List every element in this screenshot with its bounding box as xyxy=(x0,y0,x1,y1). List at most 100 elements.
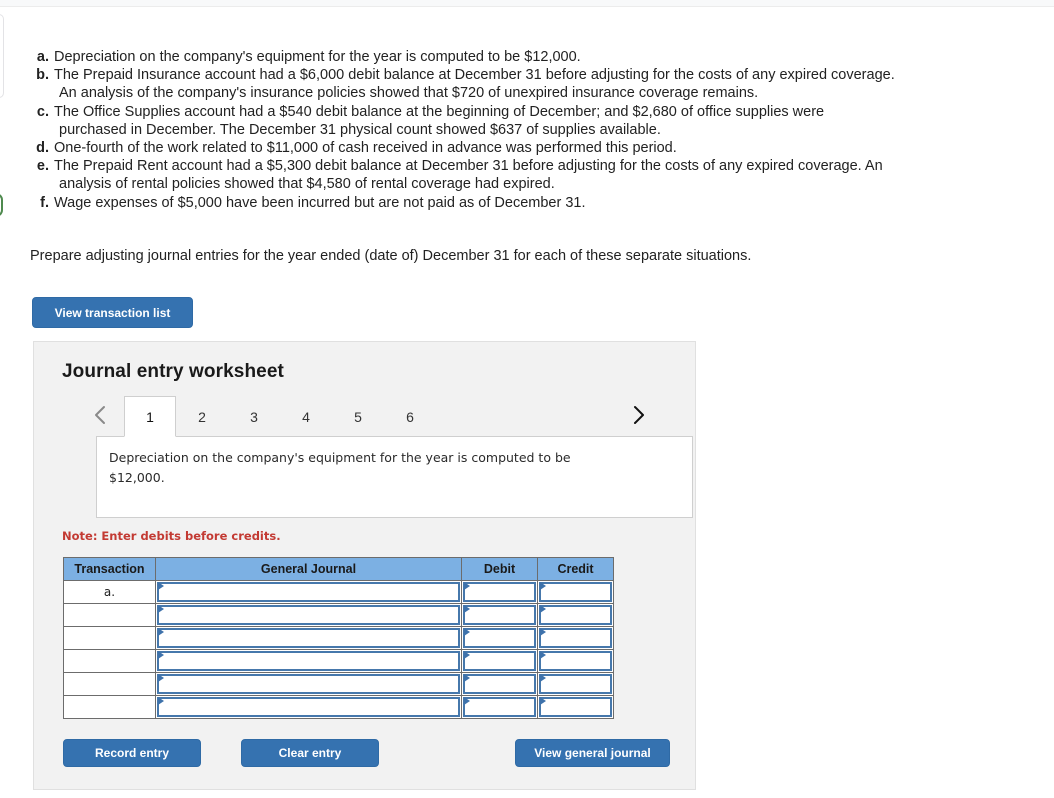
cell-input-wrapper xyxy=(156,650,461,672)
transaction-cell xyxy=(63,626,156,650)
cell-input-wrapper xyxy=(156,627,461,649)
transaction-cell xyxy=(63,695,156,719)
cell-input-wrapper xyxy=(156,673,461,695)
cell-input-wrapper xyxy=(156,604,461,626)
situation-text: The Prepaid Insurance account had a $6,0… xyxy=(54,67,895,84)
left-panel-edge xyxy=(0,14,4,98)
cell-input-wrapper xyxy=(462,627,537,649)
clear-entry-button[interactable]: Clear entry xyxy=(241,739,379,767)
general-journal-input[interactable] xyxy=(157,605,460,625)
cell-input-wrapper xyxy=(156,696,461,718)
general-journal-input[interactable] xyxy=(157,674,460,694)
table-row xyxy=(63,603,614,627)
worksheet-tab-4[interactable]: 4 xyxy=(280,396,332,437)
worksheet-tabs: 123456 xyxy=(124,396,436,437)
cell-input-wrapper xyxy=(462,604,537,626)
general-journal-input[interactable] xyxy=(157,582,460,602)
cell-input-wrapper xyxy=(462,696,537,718)
column-header-credit: Credit xyxy=(537,557,614,581)
cell-input-wrapper xyxy=(538,604,613,626)
cell-input-wrapper xyxy=(462,581,537,603)
credit-input[interactable] xyxy=(539,674,612,694)
general-journal-input[interactable] xyxy=(157,697,460,717)
worksheet-tab-3[interactable]: 3 xyxy=(228,396,280,437)
situation-label: b. xyxy=(36,67,49,84)
situation-item: e. The Prepaid Rent account had a $5,300 … xyxy=(32,157,1040,175)
transaction-cell xyxy=(63,672,156,696)
situation-item: c. The Office Supplies account had a $540… xyxy=(32,103,1040,121)
situation-label: c. xyxy=(36,103,49,120)
debit-input-cell xyxy=(461,672,538,696)
cell-input-wrapper xyxy=(538,650,613,672)
situation-item: f. Wage expenses of $5,000 have been incu… xyxy=(32,194,1040,212)
situation-label: a. xyxy=(36,49,49,65)
situation-text: The Prepaid Rent account had a $5,300 de… xyxy=(54,158,883,175)
column-header-transaction: Transaction xyxy=(63,557,156,581)
credit-input-cell xyxy=(537,626,614,650)
cell-input-wrapper xyxy=(156,581,461,603)
transaction-cell xyxy=(63,603,156,627)
situation-text-continued: An analysis of the company's insurance p… xyxy=(59,85,759,102)
general-journal-input-cell xyxy=(155,672,462,696)
worksheet-tabbar: 123456 xyxy=(62,396,669,437)
chevron-right-icon[interactable] xyxy=(627,400,649,430)
table-header-row: Transaction General Journal Debit Credit xyxy=(63,557,614,581)
debits-before-credits-note: Note: Enter debits before credits. xyxy=(62,529,281,543)
debit-input[interactable] xyxy=(463,605,536,625)
credit-input[interactable] xyxy=(539,582,612,602)
view-general-journal-button[interactable]: View general journal xyxy=(515,739,670,767)
general-journal-input-cell xyxy=(155,603,462,627)
worksheet-title: Journal entry worksheet xyxy=(62,361,284,382)
situation-text: Wage expenses of $5,000 have been incurr… xyxy=(54,194,586,211)
record-entry-button[interactable]: Record entry xyxy=(63,739,201,767)
debit-input-cell xyxy=(461,603,538,627)
situation-text: One-fourth of the work related to $11,00… xyxy=(54,140,677,157)
chevron-left-icon[interactable] xyxy=(89,400,111,430)
table-row xyxy=(63,649,614,673)
entry-description-box: Depreciation on the company's equipment … xyxy=(96,436,693,518)
general-journal-input[interactable] xyxy=(157,628,460,648)
worksheet-tab-5[interactable]: 5 xyxy=(332,396,384,437)
debit-input-cell xyxy=(461,695,538,719)
worksheet-tab-1[interactable]: 1 xyxy=(124,396,176,437)
debit-input[interactable] xyxy=(463,697,536,717)
credit-input[interactable] xyxy=(539,628,612,648)
general-journal-input[interactable] xyxy=(157,651,460,671)
debit-input[interactable] xyxy=(463,582,536,602)
general-journal-input-cell xyxy=(155,626,462,650)
situation-label: e. xyxy=(36,158,49,175)
credit-input-cell xyxy=(537,695,614,719)
situation-text: The Office Supplies account had a $540 d… xyxy=(54,103,825,120)
worksheet-tab-2[interactable]: 2 xyxy=(176,396,228,437)
credit-input[interactable] xyxy=(539,697,612,717)
situation-item: a. Depreciation on the company's equipmen… xyxy=(32,48,1040,66)
transaction-cell: a. xyxy=(63,580,156,604)
situation-item: b. The Prepaid Insurance account had a $6… xyxy=(32,66,1040,84)
view-transaction-list-button[interactable]: View transaction list xyxy=(32,297,193,328)
credit-input-cell xyxy=(537,580,614,604)
prompt-text: Prepare adjusting journal entries for th… xyxy=(30,248,752,264)
worksheet-tab-6[interactable]: 6 xyxy=(384,396,436,437)
situation-label: f. xyxy=(40,194,49,211)
debit-input-cell xyxy=(461,580,538,604)
situation-label: d. xyxy=(36,140,49,157)
credit-input-cell xyxy=(537,672,614,696)
situation-text-continued: purchased in December. The December 31 p… xyxy=(59,121,661,138)
column-header-general-journal: General Journal xyxy=(155,557,462,581)
debit-input-cell xyxy=(461,626,538,650)
cell-input-wrapper xyxy=(538,581,613,603)
credit-input[interactable] xyxy=(539,651,612,671)
left-green-indicator xyxy=(0,193,3,217)
debit-input-cell xyxy=(461,649,538,673)
transaction-cell xyxy=(63,649,156,673)
situation-text-continued: analysis of rental policies showed that … xyxy=(59,176,555,193)
situation-item: d. One-fourth of the work related to $11,… xyxy=(32,139,1040,157)
cell-input-wrapper xyxy=(538,696,613,718)
top-chrome-strip xyxy=(0,0,1054,7)
credit-input[interactable] xyxy=(539,605,612,625)
cell-input-wrapper xyxy=(462,673,537,695)
debit-input[interactable] xyxy=(463,674,536,694)
debit-input[interactable] xyxy=(463,651,536,671)
general-journal-input-cell xyxy=(155,695,462,719)
debit-input[interactable] xyxy=(463,628,536,648)
